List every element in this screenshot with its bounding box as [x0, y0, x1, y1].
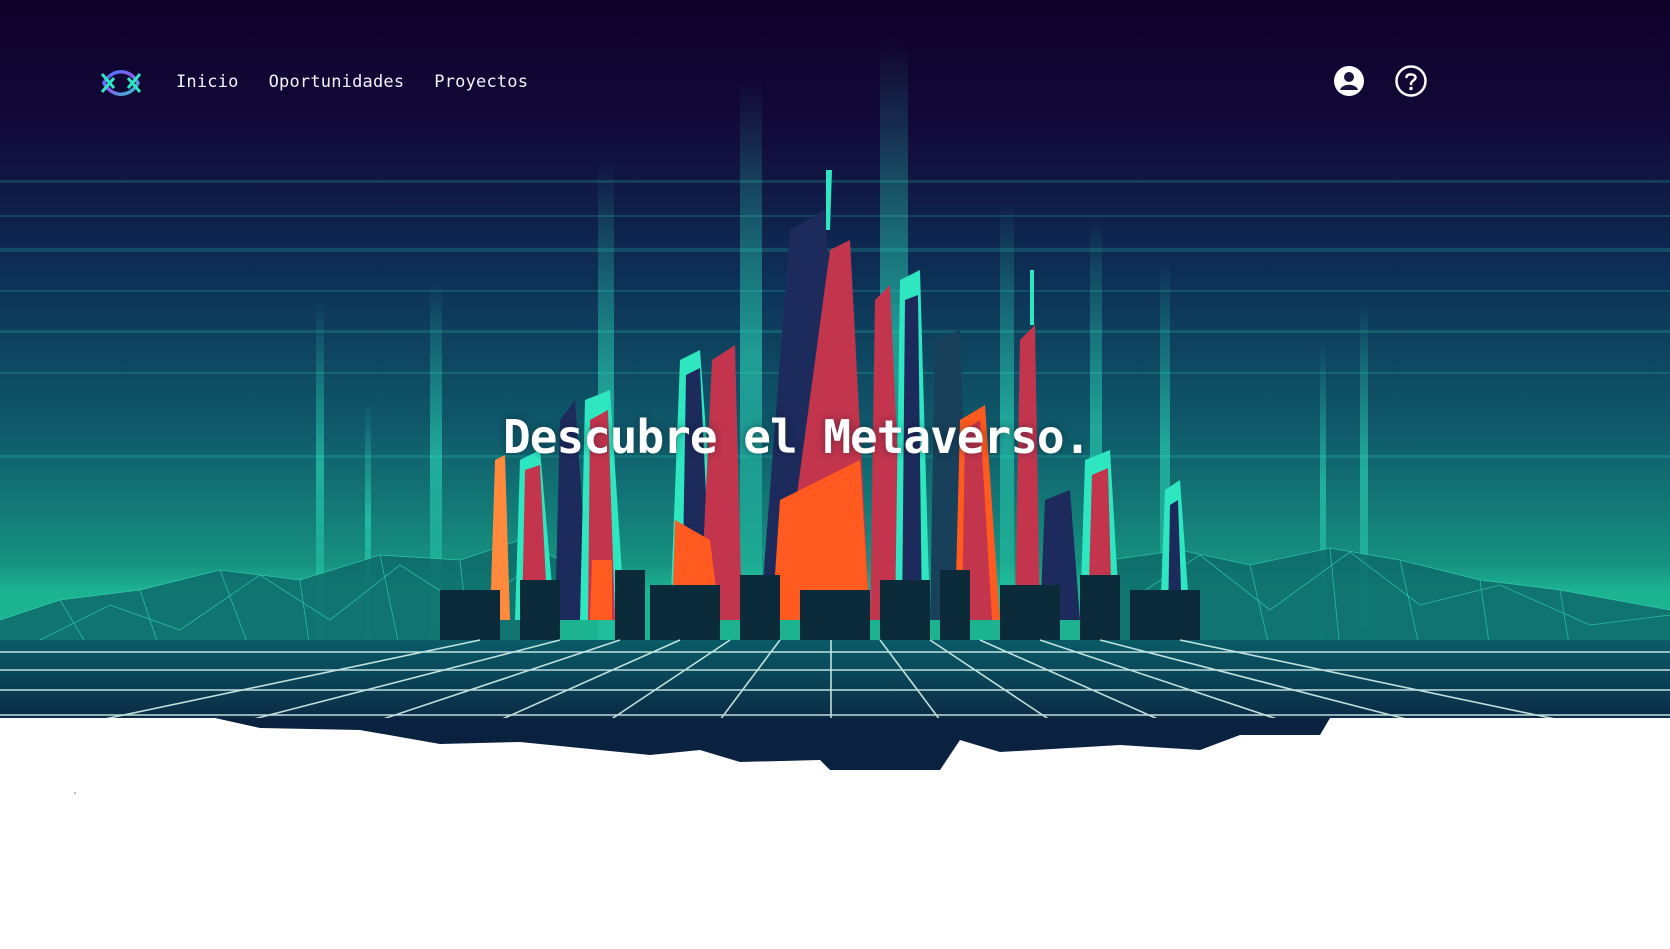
nav-link-inicio[interactable]: Inicio — [176, 72, 239, 92]
hero-headline: Descubre el Metaverso. — [503, 410, 1091, 464]
help-question-icon[interactable] — [1394, 64, 1428, 98]
nav-link-oportunidades[interactable]: Oportunidades — [269, 72, 405, 92]
stray-dot — [74, 792, 76, 794]
nav-icons — [1332, 64, 1428, 98]
top-navbar: Inicio Oportunidades Proyectos — [0, 0, 1670, 170]
logo-icon[interactable] — [98, 60, 144, 106]
nav-links: Inicio Oportunidades Proyectos — [176, 72, 528, 92]
user-account-icon[interactable] — [1332, 64, 1366, 98]
nav-link-proyectos[interactable]: Proyectos — [434, 72, 528, 92]
